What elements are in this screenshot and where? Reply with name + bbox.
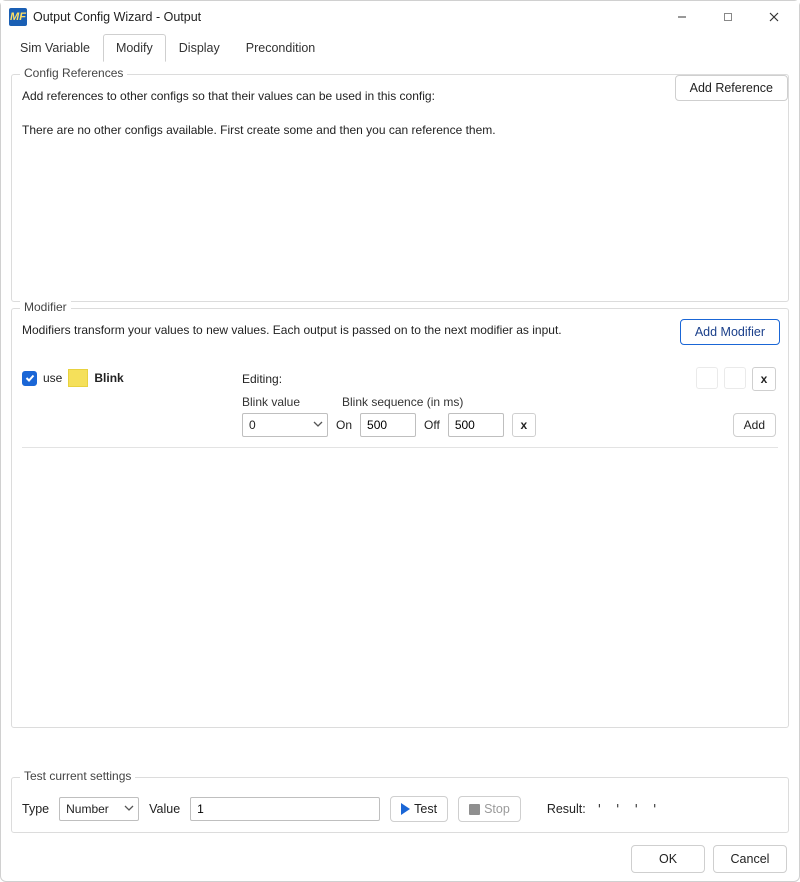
- use-label: use: [43, 371, 62, 385]
- add-reference-button[interactable]: Add Reference: [675, 75, 788, 101]
- cancel-button[interactable]: Cancel: [713, 845, 787, 873]
- chevron-down-icon: [124, 802, 134, 816]
- stop-button-label: Stop: [484, 802, 510, 816]
- result-value: ' ' ' ': [596, 802, 661, 816]
- tab-display[interactable]: Display: [166, 34, 233, 62]
- remove-sequence-button[interactable]: x: [512, 413, 536, 437]
- tab-modify[interactable]: Modify: [103, 34, 166, 62]
- dialog-footer: OK Cancel: [631, 845, 787, 873]
- config-references-legend: Config References: [20, 66, 127, 80]
- test-button-label: Test: [414, 802, 437, 816]
- test-settings-legend: Test current settings: [20, 769, 135, 783]
- result-label: Result:: [547, 802, 586, 816]
- modifier-description: Modifiers transform your values to new v…: [22, 323, 778, 337]
- config-references-description: Add references to other configs so that …: [22, 89, 778, 103]
- stop-button[interactable]: Stop: [458, 796, 521, 822]
- maximize-icon: [723, 12, 733, 22]
- close-icon: [769, 12, 779, 22]
- move-down-button[interactable]: [724, 367, 746, 389]
- blink-value-select[interactable]: 0: [242, 413, 328, 437]
- blink-sequence-label: Blink sequence (in ms): [342, 395, 463, 409]
- modifier-group: Modifier Modifiers transform your values…: [11, 308, 789, 728]
- close-button[interactable]: [751, 1, 797, 33]
- chevron-down-icon: [313, 418, 323, 432]
- add-sequence-button[interactable]: Add: [733, 413, 776, 437]
- app-icon: MF: [9, 8, 27, 26]
- blink-value-selected: 0: [249, 418, 256, 432]
- type-selected: Number: [66, 802, 109, 816]
- minimize-button[interactable]: [659, 1, 705, 33]
- type-select[interactable]: Number: [59, 797, 139, 821]
- modifier-name: Blink: [94, 371, 123, 385]
- config-references-empty: There are no other configs available. Fi…: [22, 123, 778, 137]
- move-up-button[interactable]: [696, 367, 718, 389]
- tab-precondition[interactable]: Precondition: [233, 34, 329, 62]
- add-modifier-button[interactable]: Add Modifier: [680, 319, 780, 345]
- test-button[interactable]: Test: [390, 796, 448, 822]
- stop-icon: [469, 804, 480, 815]
- tab-sim-variable[interactable]: Sim Variable: [7, 34, 103, 62]
- modifier-color-swatch[interactable]: [68, 369, 88, 387]
- value-input[interactable]: [190, 797, 380, 821]
- window-title: Output Config Wizard - Output: [33, 10, 659, 24]
- blink-value-label: Blink value: [242, 395, 328, 409]
- modifier-legend: Modifier: [20, 300, 71, 314]
- off-value-input[interactable]: [448, 413, 504, 437]
- play-icon: [401, 803, 410, 815]
- minimize-icon: [677, 12, 687, 22]
- titlebar: MF Output Config Wizard - Output: [1, 1, 799, 33]
- type-label: Type: [22, 802, 49, 816]
- delete-modifier-button[interactable]: x: [752, 367, 776, 391]
- on-label: On: [336, 418, 352, 432]
- use-checkbox[interactable]: [22, 371, 37, 386]
- on-value-input[interactable]: [360, 413, 416, 437]
- test-settings-group: Test current settings Type Number Value …: [11, 777, 789, 833]
- config-references-group: Config References Add references to othe…: [11, 74, 789, 302]
- ok-button[interactable]: OK: [631, 845, 705, 873]
- editing-label: Editing:: [242, 372, 282, 386]
- tab-strip: Sim Variable Modify Display Precondition: [1, 33, 799, 62]
- value-label: Value: [149, 802, 180, 816]
- check-icon: [25, 373, 35, 383]
- modifier-row: use Blink Editing: x Blink value Blink s…: [22, 363, 778, 448]
- off-label: Off: [424, 418, 440, 432]
- maximize-button[interactable]: [705, 1, 751, 33]
